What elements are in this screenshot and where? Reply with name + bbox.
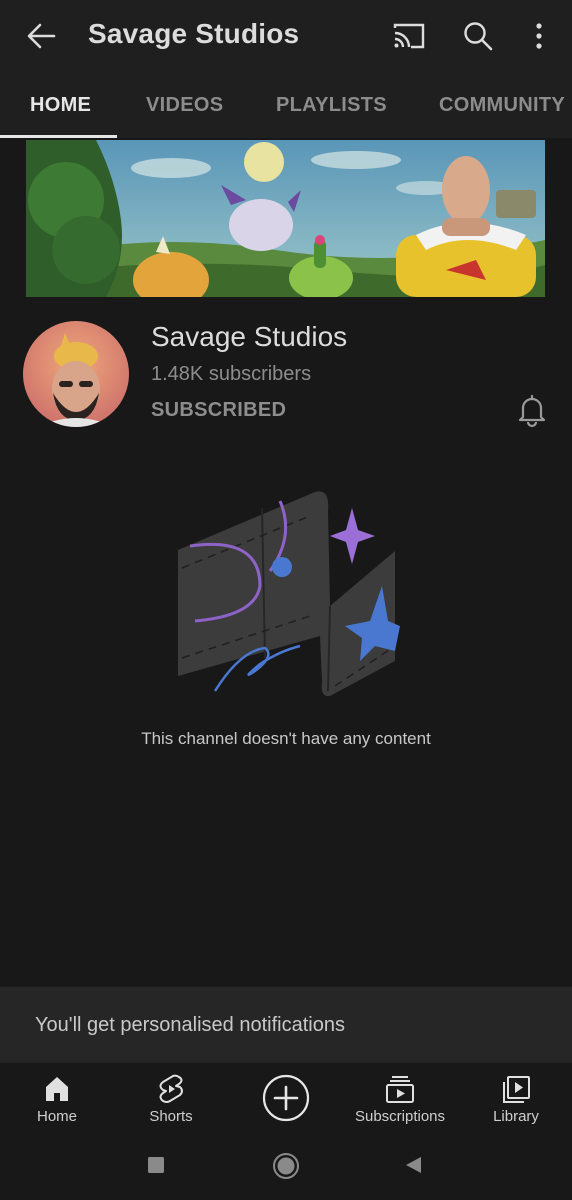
bell-icon[interactable] — [514, 392, 550, 428]
library-icon — [503, 1076, 530, 1103]
tab-home[interactable]: HOME — [30, 94, 91, 117]
create-plus-icon[interactable] — [262, 1074, 310, 1122]
home-circle-icon[interactable] — [272, 1152, 300, 1180]
top-app-bar: Savage Studios — [0, 0, 572, 72]
nav-home-label: Home — [36, 1108, 77, 1125]
tab-community[interactable]: COMMUNITY — [439, 94, 565, 117]
search-icon[interactable] — [458, 16, 498, 56]
more-vert-icon[interactable] — [519, 16, 559, 56]
nav-shorts-label: Shorts — [149, 1108, 193, 1125]
nav-subscriptions[interactable]: Subscriptions — [348, 1063, 452, 1139]
nav-library-label: Library — [493, 1108, 539, 1125]
channel-banner — [26, 140, 545, 297]
nav-shorts[interactable]: Shorts — [131, 1063, 211, 1139]
snackbar-text: You'll get personalised notifications — [35, 1014, 345, 1036]
tab-playlists[interactable]: PLAYLISTS — [276, 94, 387, 117]
nav-library[interactable]: Library — [476, 1063, 556, 1139]
channel-tabs: HOME VIDEOS PLAYLISTS COMMUNITY — [0, 72, 572, 138]
empty-channel-illustration — [178, 491, 400, 697]
subscribed-button[interactable]: SUBSCRIBED — [151, 399, 286, 422]
tab-videos[interactable]: VIDEOS — [146, 94, 223, 117]
nav-home[interactable]: Home — [17, 1063, 97, 1139]
home-icon — [46, 1077, 68, 1101]
channel-name: Savage Studios — [151, 321, 348, 352]
system-navigation-bar — [0, 1138, 572, 1200]
cast-icon[interactable] — [389, 16, 429, 56]
back-triangle-icon[interactable] — [404, 1156, 422, 1174]
recents-icon[interactable] — [147, 1156, 165, 1174]
active-tab-indicator — [0, 135, 117, 138]
notification-snackbar: You'll get personalised notifications — [0, 987, 572, 1062]
subscriptions-icon — [386, 1076, 414, 1103]
shorts-icon — [159, 1074, 183, 1103]
nav-subscriptions-label: Subscriptions — [354, 1108, 446, 1125]
arrow-left-icon[interactable] — [22, 18, 62, 54]
channel-avatar[interactable] — [23, 321, 129, 427]
subscriber-count: 1.48K subscribers — [151, 363, 312, 385]
empty-state-message: This channel doesn't have any content — [141, 729, 431, 748]
page-title: Savage Studios — [88, 18, 300, 49]
